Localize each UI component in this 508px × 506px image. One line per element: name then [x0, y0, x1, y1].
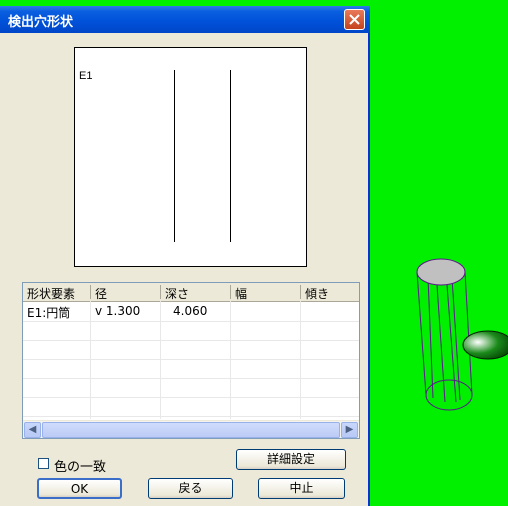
cell-depth: 4.060 — [173, 304, 208, 318]
ok-button[interactable]: OK — [37, 478, 122, 499]
column-header-diameter[interactable]: 径 — [95, 285, 107, 302]
column-divider — [160, 285, 161, 299]
cell-diameter: v 1.300 — [95, 304, 141, 318]
close-icon — [349, 14, 360, 25]
title-bar[interactable]: 検出穴形状 — [0, 6, 370, 33]
grid-line — [23, 359, 359, 360]
scroll-thumb[interactable] — [42, 422, 340, 438]
back-button[interactable]: 戻る — [148, 478, 233, 499]
grid-line — [23, 321, 359, 322]
preview-element-label: E1 — [79, 70, 93, 82]
grid-line — [23, 397, 359, 398]
scroll-left-button[interactable]: ◀ — [24, 422, 41, 438]
preview-line-left — [174, 70, 175, 242]
grid-line — [90, 301, 91, 419]
horizontal-scrollbar[interactable]: ◀ ▶ — [23, 420, 359, 438]
cell-element: E1:円筒 — [27, 306, 71, 320]
preview-line-right — [230, 70, 231, 242]
column-header-width[interactable]: 幅 — [235, 285, 247, 302]
grid-line — [160, 301, 161, 419]
column-divider — [300, 285, 301, 299]
scroll-right-button[interactable]: ▶ — [341, 422, 358, 438]
column-header-element[interactable]: 形状要素 — [27, 285, 75, 302]
grid-line — [300, 301, 301, 419]
column-divider — [90, 285, 91, 299]
cancel-button[interactable]: 中止 — [258, 478, 345, 499]
dialog-title: 検出穴形状 — [8, 15, 74, 30]
shape-preview: E1 — [74, 47, 307, 267]
grid-line — [230, 301, 231, 419]
table-header: 形状要素 径 深さ 幅 傾き — [23, 283, 359, 302]
grid-line — [23, 378, 359, 379]
chevron-left-icon: ◀ — [28, 424, 37, 435]
close-button[interactable] — [344, 9, 365, 30]
chevron-right-icon: ▶ — [345, 424, 354, 435]
column-header-depth[interactable]: 深さ — [165, 285, 189, 302]
hole-shape-dialog: 検出穴形状 E1 形状要素 径 深さ 幅 傾き E1:円筒 v 1.300 4.… — [0, 6, 370, 506]
grid-line — [23, 340, 359, 341]
color-match-checkbox[interactable] — [38, 458, 49, 469]
color-match-label[interactable]: 色の一致 — [54, 456, 106, 475]
grid-line — [23, 416, 359, 417]
detail-settings-button[interactable]: 詳細設定 — [236, 449, 346, 470]
column-divider — [230, 285, 231, 299]
shape-element-table[interactable]: 形状要素 径 深さ 幅 傾き E1:円筒 v 1.300 4.060 ◀ ▶ — [22, 282, 360, 439]
column-header-tilt[interactable]: 傾き — [305, 285, 329, 302]
